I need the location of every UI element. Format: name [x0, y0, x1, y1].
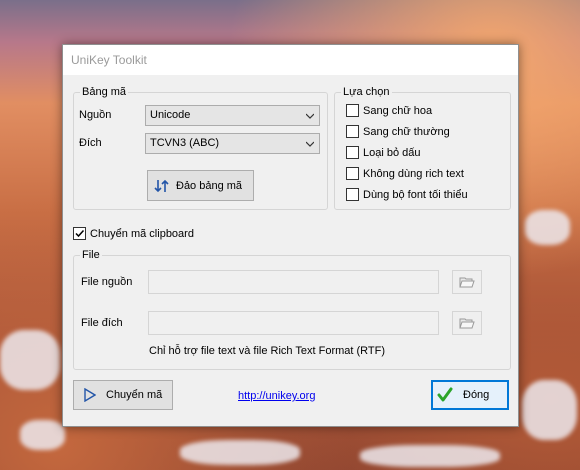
option-lowercase-label: Sang chữ thường [363, 125, 450, 138]
option-no-rich-text[interactable]: Không dùng rich text [346, 167, 464, 180]
source-file-input[interactable] [148, 270, 439, 294]
target-file-label: File đích [81, 317, 123, 329]
chevron-down-icon [306, 141, 314, 147]
options-group-legend: Lựa chọn [341, 86, 392, 99]
clipboard-option[interactable]: Chuyển mã clipboard [73, 227, 194, 240]
option-minimal-fonts-label: Dùng bộ font tối thiểu [363, 188, 468, 201]
checkbox[interactable] [346, 146, 359, 159]
source-charset-value: Unicode [150, 109, 191, 121]
browse-source-button[interactable] [452, 270, 482, 294]
unikey-website-link[interactable]: http://unikey.org [238, 390, 315, 402]
option-lowercase[interactable]: Sang chữ thường [346, 125, 450, 138]
convert-label: Chuyển mã [106, 389, 163, 401]
folder-open-icon [459, 318, 475, 329]
window-title: UniKey Toolkit [71, 53, 147, 67]
checkbox[interactable] [346, 167, 359, 180]
option-uppercase-label: Sang chữ hoa [363, 104, 433, 117]
convert-button[interactable]: Chuyển mã [73, 380, 173, 410]
close-button[interactable]: Đóng [431, 380, 509, 410]
source-file-label: File nguồn [81, 276, 133, 288]
background-snow [522, 380, 577, 440]
unikey-toolkit-dialog: UniKey Toolkit Bảng mã Nguồn Unicode Đíc… [62, 44, 519, 427]
file-group-legend: File [80, 249, 102, 262]
check-mark-icon [75, 229, 85, 238]
checkbox-checked[interactable] [73, 227, 86, 240]
option-remove-accents-label: Loại bỏ dấu [363, 146, 421, 159]
target-charset-label: Đích [79, 137, 102, 149]
check-icon [437, 387, 453, 402]
background-snow [180, 440, 300, 465]
background-snow [360, 445, 500, 467]
clipboard-option-label: Chuyển mã clipboard [90, 227, 194, 240]
background-snow [20, 420, 65, 450]
browse-target-button[interactable] [452, 311, 482, 335]
checkbox[interactable] [346, 125, 359, 138]
file-format-note: Chỉ hỗ trợ file text và file Rich Text F… [149, 345, 386, 357]
close-label: Đóng [463, 389, 490, 401]
target-charset-select[interactable]: TCVN3 (ABC) [145, 133, 320, 154]
swap-charset-button[interactable]: Đảo bảng mã [147, 170, 254, 201]
target-file-input[interactable] [148, 311, 439, 335]
option-no-rich-text-label: Không dùng rich text [363, 167, 464, 180]
source-charset-select[interactable]: Unicode [145, 105, 320, 126]
play-icon [84, 388, 96, 402]
folder-open-icon [459, 277, 475, 288]
background-snow [0, 330, 60, 390]
checkbox[interactable] [346, 104, 359, 117]
option-uppercase[interactable]: Sang chữ hoa [346, 104, 432, 117]
background-snow [525, 210, 570, 245]
checkbox[interactable] [346, 188, 359, 201]
swap-charset-label: Đảo bảng mã [176, 179, 243, 192]
option-minimal-fonts[interactable]: Dùng bộ font tối thiểu [346, 188, 468, 201]
charset-group-legend: Bảng mã [80, 86, 129, 99]
option-remove-accents[interactable]: Loại bỏ dấu [346, 146, 421, 159]
title-bar[interactable]: UniKey Toolkit [63, 45, 518, 75]
source-charset-label: Nguồn [79, 109, 112, 121]
target-charset-value: TCVN3 (ABC) [150, 137, 220, 149]
swap-icon [154, 179, 169, 192]
chevron-down-icon [306, 113, 314, 119]
